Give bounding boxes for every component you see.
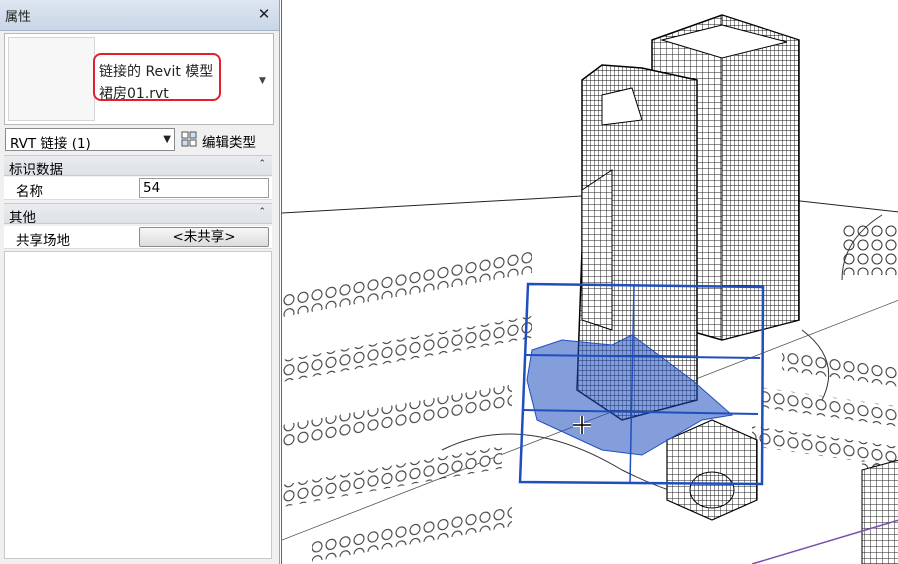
group-label: 标识数据 xyxy=(9,162,63,178)
properties-titlebar: 属性 ✕ xyxy=(0,0,279,31)
edit-type-icon xyxy=(181,131,197,147)
chevron-down-icon: ▼ xyxy=(163,134,171,145)
shared-site-button[interactable]: <未共享> xyxy=(139,227,269,247)
type-selector[interactable]: 链接的 Revit 模型 裙房01.rvt ▼ xyxy=(4,33,274,125)
type-preview-image xyxy=(8,37,95,121)
close-icon[interactable]: ✕ xyxy=(256,5,272,23)
collapse-icon: ⌃ xyxy=(258,159,266,169)
instance-filter-dropdown[interactable]: RVT 链接 (1) ▼ xyxy=(5,128,175,152)
panel-title: 属性 xyxy=(5,10,32,25)
property-label: 共享场地 xyxy=(16,233,70,249)
name-field[interactable]: 54 xyxy=(139,178,269,198)
instance-filter-value: RVT 链接 (1) xyxy=(10,136,91,152)
model-drawing xyxy=(282,14,898,564)
property-label: 名称 xyxy=(16,184,43,200)
group-label: 其他 xyxy=(9,210,36,226)
properties-empty-area xyxy=(4,251,272,559)
group-identity-data[interactable]: 标识数据 ⌃ xyxy=(4,155,272,178)
edit-type-label: 编辑类型 xyxy=(202,135,256,151)
type-file-name: 裙房01.rvt xyxy=(99,86,169,102)
dropdown-arrow-icon[interactable]: ▼ xyxy=(259,76,266,86)
property-row-shared-site: 共享场地 <未共享> xyxy=(4,226,272,249)
edit-type-button[interactable]: 编辑类型 xyxy=(180,128,276,151)
properties-panel: 属性 ✕ 链接的 Revit 模型 裙房01.rvt ▼ RVT 链接 (1) … xyxy=(0,0,280,564)
group-other[interactable]: 其他 ⌃ xyxy=(4,203,272,226)
type-family-name: 链接的 Revit 模型 xyxy=(99,64,214,80)
property-row-name: 名称 54 xyxy=(4,177,272,200)
collapse-icon: ⌃ xyxy=(258,207,266,217)
3d-view-canvas[interactable] xyxy=(281,0,898,564)
